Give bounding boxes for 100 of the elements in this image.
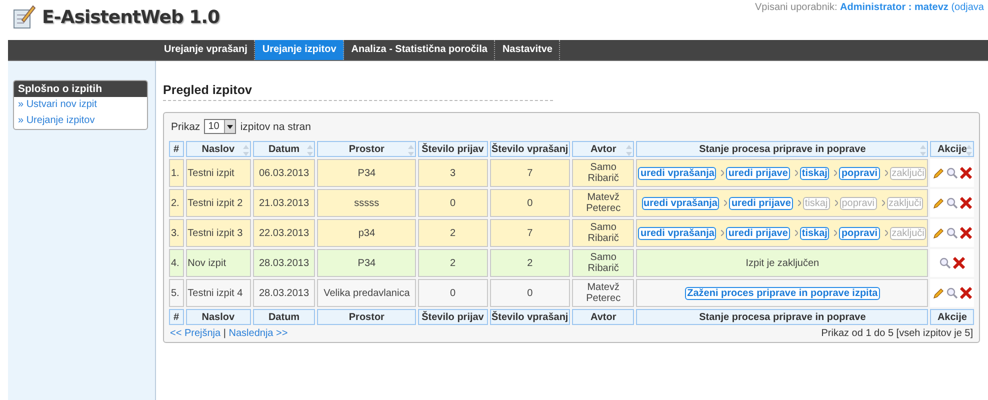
magnifier-icon[interactable] — [946, 227, 958, 239]
menu-heading: Splošno o izpitih — [14, 81, 147, 97]
table-cell: 22.03.2013 — [252, 219, 316, 247]
step-button[interactable]: uredi vprašanja — [638, 226, 716, 240]
chevron-icon — [834, 230, 838, 236]
step-button[interactable]: popravi — [840, 196, 877, 210]
table-cell: 2 — [418, 219, 488, 247]
column-footer: Prostor — [317, 309, 416, 325]
chevron-icon — [794, 230, 798, 236]
table-cell: 2. — [169, 189, 184, 217]
table-cell: p34 — [317, 219, 416, 247]
logout-link[interactable]: (odjava — [951, 2, 984, 13]
table-cell: 0 — [418, 279, 488, 307]
page-size-label: izpitov na stran — [240, 120, 311, 132]
magnifier-icon[interactable] — [939, 257, 952, 269]
column-footer: Stanje procesa priprave in poprave — [636, 309, 928, 325]
pencil-icon[interactable] — [932, 228, 944, 238]
column-footer: Datum — [252, 309, 316, 325]
step-button[interactable]: tiskaj — [800, 166, 830, 180]
step-button[interactable]: uredi prijave — [726, 226, 790, 240]
chevron-icon — [882, 200, 885, 206]
delete-icon[interactable] — [960, 167, 972, 179]
step-button[interactable]: popravi — [839, 226, 880, 240]
column-footer: Naslov — [186, 309, 251, 325]
column-header[interactable]: Naslov — [186, 141, 251, 157]
column-header[interactable]: Akcije — [930, 141, 974, 157]
step-button[interactable]: uredi prijave — [726, 166, 790, 180]
step-button[interactable]: tiskaj — [802, 196, 830, 210]
table-cell: Testni izpit 2 — [186, 189, 251, 217]
column-header: Število prijav — [418, 141, 488, 157]
table-cell: 1. — [169, 159, 184, 187]
chevron-icon — [834, 170, 838, 176]
column-header: # — [169, 141, 184, 157]
table-cell: 06.03.2013 — [252, 159, 316, 187]
next-link[interactable]: Naslednja >> — [228, 328, 288, 339]
app-title: E-AsistentWeb 1.0 — [42, 6, 220, 28]
table-cell: Testni izpit 4 — [186, 279, 251, 307]
pencil-icon[interactable] — [932, 288, 944, 298]
delete-icon[interactable] — [960, 227, 972, 239]
step-button[interactable]: zaključi — [890, 166, 926, 180]
step-button[interactable]: zaključi — [886, 196, 924, 210]
column-header: Število vprašanj — [490, 141, 570, 157]
table-cell: 28.03.2013 — [252, 249, 316, 277]
user-link[interactable]: Administrator : matevz — [840, 2, 948, 13]
prev-link[interactable]: << Prejšnja — [170, 328, 221, 339]
step-button[interactable]: popravi — [839, 166, 880, 180]
step-button[interactable]: uredi vprašanja — [638, 166, 716, 180]
table-cell: 3 — [418, 159, 488, 187]
column-header[interactable]: Stanje procesa priprave in poprave — [636, 141, 928, 157]
table-cell: 21.03.2013 — [252, 189, 316, 217]
table-cell: P34 — [317, 249, 416, 277]
chevron-icon — [721, 170, 724, 176]
menu-item[interactable]: » Ustvari nov izpit — [14, 97, 147, 113]
column-footer: Število vprašanj — [490, 309, 570, 325]
table-cell: Samo Ribarič — [572, 219, 634, 247]
dropdown-arrow-icon[interactable] — [227, 124, 234, 128]
nav-tab[interactable]: Nastavitve — [495, 40, 560, 60]
column-footer: Število prijav — [418, 309, 488, 325]
sort-icon[interactable] — [966, 144, 972, 156]
table-cell: 5. — [169, 279, 184, 307]
pager-info: Prikaz od 1 do 5 [vseh izpitov je 5] — [821, 328, 973, 339]
delete-icon[interactable] — [953, 257, 966, 269]
nav-tab[interactable]: Analiza - Statistična poročila — [344, 40, 496, 60]
table-cell: 2 — [418, 249, 488, 277]
chevron-icon — [884, 170, 888, 176]
start-process-button[interactable]: Zaženi proces priprave in poprave izpita — [685, 286, 880, 300]
delete-icon[interactable] — [960, 287, 972, 299]
column-header[interactable]: Datum — [252, 141, 316, 157]
menu-item[interactable]: » Urejanje izpitov — [14, 113, 147, 129]
nav-tab[interactable]: Urejanje izpitov — [255, 40, 344, 60]
table-cell: Matevž Peterec — [572, 279, 634, 307]
step-button[interactable]: tiskaj — [800, 226, 830, 240]
table-cell: Samo Ribarič — [572, 249, 634, 277]
table-cell: Testni izpit 3 — [186, 219, 251, 247]
table-cell: 0 — [490, 189, 570, 217]
column-footer: Akcije — [930, 309, 974, 325]
page-size-select[interactable]: 10 — [204, 119, 236, 134]
magnifier-icon[interactable] — [946, 197, 958, 209]
table-cell: sssss — [317, 189, 416, 217]
table-cell: 28.03.2013 — [252, 279, 316, 307]
chevron-icon — [884, 230, 888, 236]
chevron-icon — [724, 200, 728, 206]
pencil-icon[interactable] — [932, 168, 944, 178]
table-cell: 2 — [490, 249, 570, 277]
chevron-icon — [721, 230, 724, 236]
chevron-icon — [834, 200, 838, 206]
step-button[interactable]: uredi vprašanja — [642, 196, 720, 210]
step-button[interactable]: uredi prijave — [729, 196, 793, 210]
table-cell: 7 — [490, 159, 570, 187]
pencil-icon[interactable] — [932, 198, 944, 208]
table-cell: Testni izpit — [186, 159, 251, 187]
column-header[interactable]: Prostor — [317, 141, 416, 157]
column-header[interactable]: Avtor — [572, 141, 634, 157]
magnifier-icon[interactable] — [946, 167, 958, 179]
delete-icon[interactable] — [960, 197, 972, 209]
table-cell: Samo Ribarič — [572, 159, 634, 187]
table-cell: Velika predavlanica — [317, 279, 416, 307]
page-heading: Pregled izpitov — [163, 81, 553, 101]
magnifier-icon[interactable] — [946, 287, 958, 299]
step-button[interactable]: zaključi — [890, 226, 926, 240]
